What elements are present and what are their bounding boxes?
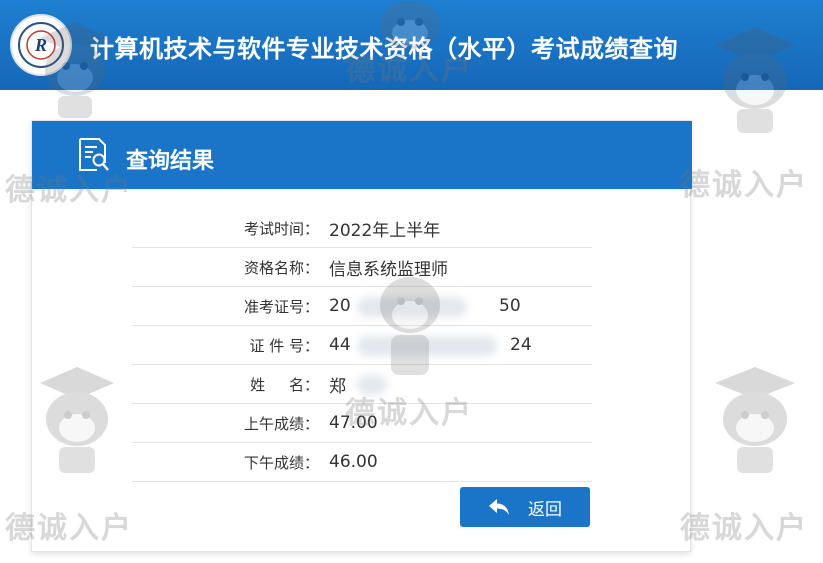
- document-search-icon: [79, 138, 109, 171]
- row-qualification: 资格名称： 信息系统监理师: [132, 248, 592, 287]
- row-label: 考试时间：: [243, 219, 319, 238]
- watermark-text: 德诚入户: [680, 511, 808, 546]
- row-exam-time: 考试时间： 2022年上半年: [132, 209, 592, 248]
- row-value: 47.00: [329, 413, 378, 433]
- card-title: 查询结果: [126, 149, 215, 174]
- row-ticket-number: 准考证号： 20 50: [132, 287, 592, 326]
- top-banner: R 计算机技术与软件专业技术资格（水平）考试成绩查询: [0, 0, 823, 90]
- exam-logo: R: [10, 14, 72, 76]
- row-label: 下午成绩：: [243, 453, 319, 472]
- row-label: 资格名称：: [243, 258, 319, 277]
- row-morning-score: 上午成绩： 47.00: [132, 404, 592, 443]
- row-id-number: 证 件 号： 44 24: [132, 326, 592, 365]
- result-card: 查询结果 考试时间： 2022年上半年 资格名称： 信息系统监理师 准考证号： …: [31, 120, 692, 552]
- row-name: 姓 名： 郑: [132, 365, 592, 404]
- row-value: 20: [329, 296, 351, 316]
- result-list: 考试时间： 2022年上半年 资格名称： 信息系统监理师 准考证号： 20 50…: [132, 209, 592, 482]
- back-button[interactable]: 返回: [460, 487, 590, 527]
- row-value: 信息系统监理师: [329, 259, 448, 280]
- row-value-end: 50: [499, 296, 521, 316]
- row-value-end: 24: [510, 335, 532, 355]
- row-value: 郑: [329, 376, 346, 397]
- redaction-blur: [357, 297, 467, 317]
- logo-letters: R: [34, 35, 47, 55]
- redaction-blur: [357, 336, 497, 356]
- back-button-label: 返回: [528, 499, 562, 520]
- exam-logo-icon: R: [18, 22, 64, 68]
- redaction-blur: [357, 375, 387, 395]
- row-label: 姓 名：: [250, 375, 319, 394]
- row-label: 证 件 号：: [249, 336, 319, 355]
- row-label: 上午成绩：: [243, 414, 319, 433]
- row-label: 准考证号：: [243, 297, 319, 316]
- husky-mascot-icon: [715, 367, 795, 473]
- row-afternoon-score: 下午成绩： 46.00: [132, 443, 592, 482]
- watermark-text: 德诚入户: [680, 168, 808, 203]
- row-value: 44: [329, 335, 351, 355]
- row-value: 2022年上半年: [329, 220, 441, 241]
- reply-arrow-icon: [489, 499, 509, 515]
- row-value: 46.00: [329, 452, 378, 472]
- result-card-header: 查询结果: [32, 121, 692, 189]
- page-title: 计算机技术与软件专业技术资格（水平）考试成绩查询: [90, 35, 678, 63]
